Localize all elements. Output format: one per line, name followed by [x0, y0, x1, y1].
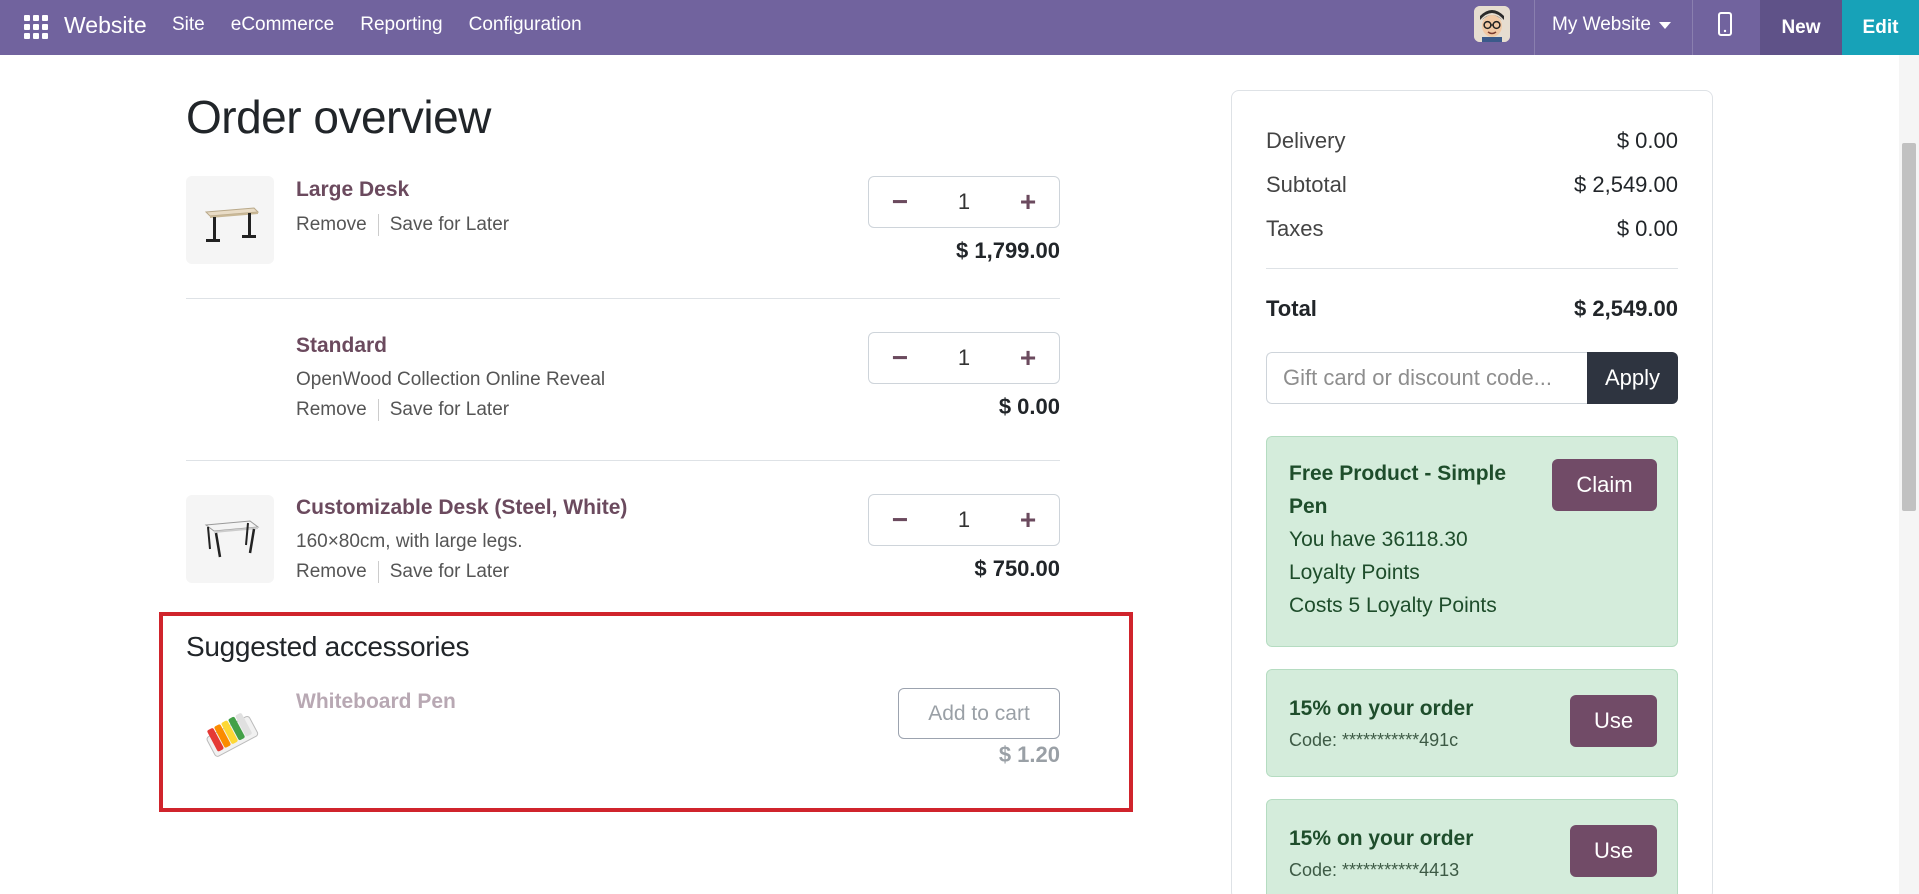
product-image[interactable] [186, 176, 274, 264]
line-actions: Remove Save for Later [296, 399, 509, 421]
taxes-value: $ 0.00 [1616, 216, 1678, 241]
remove-link[interactable]: Remove [296, 561, 367, 583]
reward-card: Free Product - Simple Pen You have 36118… [1266, 436, 1678, 647]
avatar[interactable] [1474, 6, 1510, 42]
remove-link[interactable]: Remove [296, 214, 367, 236]
caret-down-icon [1658, 21, 1671, 29]
reward-code: Code: ***********491c [1289, 730, 1459, 750]
save-for-later-link[interactable]: Save for Later [390, 214, 509, 236]
taxes-label: Taxes [1266, 216, 1324, 241]
accessory-image[interactable] [186, 688, 274, 776]
product-image[interactable] [186, 495, 274, 583]
subtotal-value: $ 2,549.00 [1574, 172, 1678, 197]
edit-button[interactable]: Edit [1842, 0, 1919, 55]
mobile-preview-icon[interactable] [1717, 12, 1733, 36]
reward-title: 15% on your order [1289, 697, 1474, 720]
remove-link[interactable]: Remove [296, 399, 367, 421]
promo-code-form: Apply [1266, 352, 1678, 404]
scrollbar-thumb[interactable] [1902, 143, 1916, 511]
add-to-cart-button[interactable]: Add to cart [898, 688, 1060, 739]
product-description: 160×80cm, with large legs. [296, 531, 523, 552]
quantity-stepper: − 1 + [868, 494, 1060, 546]
taxes-row: Taxes $ 0.00 [1266, 216, 1678, 242]
summary-divider [1266, 268, 1678, 269]
line-price: $ 1,799.00 [956, 238, 1060, 263]
menu-item-reporting[interactable]: Reporting [360, 14, 442, 36]
main-menu: Site eCommerce Reporting Configuration [172, 14, 582, 36]
action-separator [377, 214, 379, 236]
page-title: Order overview [186, 91, 491, 143]
product-name[interactable]: Large Desk [296, 178, 409, 202]
subtotal-row: Subtotal $ 2,549.00 [1266, 172, 1678, 198]
navbar-divider [1534, 0, 1535, 55]
reward-title: 15% on your order [1289, 827, 1474, 850]
minus-icon[interactable]: − [869, 333, 931, 383]
website-selector-label: My Website [1552, 14, 1651, 35]
reward-points-text: Loyalty Points [1289, 561, 1420, 584]
whiteboard-pen-image-icon [206, 713, 259, 757]
reward-card: 15% on your order Code: ***********4413 … [1266, 799, 1678, 894]
total-label: Total [1266, 296, 1317, 321]
line-price: $ 0.00 [998, 394, 1060, 419]
cart-line: Standard OpenWood Collection Online Reve… [186, 332, 1060, 442]
save-for-later-link[interactable]: Save for Later [390, 399, 509, 421]
delivery-row: Delivery $ 0.00 [1266, 128, 1678, 154]
claim-button[interactable]: Claim [1552, 459, 1657, 511]
reward-points-text: You have 36118.30 [1289, 528, 1468, 551]
menu-item-ecommerce[interactable]: eCommerce [231, 14, 334, 36]
promo-code-input[interactable] [1266, 352, 1587, 404]
reward-title: Pen [1289, 495, 1328, 518]
minus-icon[interactable]: − [869, 177, 931, 227]
line-divider [186, 298, 1060, 299]
quantity-value[interactable]: 1 [958, 507, 970, 533]
accessory-name[interactable]: Whiteboard Pen [296, 690, 456, 714]
website-selector[interactable]: My Website [1552, 14, 1671, 36]
quantity-stepper: − 1 + [868, 332, 1060, 384]
product-name[interactable]: Standard [296, 334, 387, 358]
plus-icon[interactable]: + [997, 495, 1059, 545]
menu-item-configuration[interactable]: Configuration [469, 14, 582, 36]
accessory-price: $ 1.20 [998, 742, 1060, 767]
minus-icon[interactable]: − [869, 495, 931, 545]
total-value: $ 2,549.00 [1574, 296, 1678, 321]
use-button[interactable]: Use [1570, 825, 1657, 877]
total-row: Total $ 2,549.00 [1266, 296, 1678, 322]
quantity-value[interactable]: 1 [958, 345, 970, 371]
product-description: OpenWood Collection Online Reveal [296, 369, 606, 390]
order-summary-card: Delivery $ 0.00 Subtotal $ 2,549.00 Taxe… [1231, 90, 1713, 894]
plus-icon[interactable]: + [997, 177, 1059, 227]
product-name[interactable]: Customizable Desk (Steel, White) [296, 496, 627, 520]
apply-button[interactable]: Apply [1587, 352, 1678, 404]
reward-title: Free Product - Simple [1289, 462, 1507, 485]
app-brand[interactable]: Website [64, 12, 147, 39]
action-separator [377, 561, 379, 583]
new-button[interactable]: New [1760, 0, 1842, 55]
delivery-value: $ 0.00 [1616, 128, 1678, 153]
desk-image-icon [204, 207, 260, 242]
quantity-value[interactable]: 1 [958, 189, 970, 215]
line-actions: Remove Save for Later [296, 561, 509, 583]
apps-grid-icon[interactable] [22, 13, 48, 39]
navbar-divider [1692, 0, 1693, 55]
action-separator [377, 399, 379, 421]
plus-icon[interactable]: + [997, 333, 1059, 383]
menu-item-site[interactable]: Site [172, 14, 205, 36]
top-navbar: Website Site eCommerce Reporting Configu… [0, 0, 1919, 55]
save-for-later-link[interactable]: Save for Later [390, 561, 509, 583]
quantity-stepper: − 1 + [868, 176, 1060, 228]
line-actions: Remove Save for Later [296, 214, 509, 236]
delivery-label: Delivery [1266, 128, 1346, 153]
cart-line: Customizable Desk (Steel, White) 160×80c… [186, 494, 1060, 604]
desk-image-icon [204, 520, 260, 558]
reward-code: Code: ***********4413 [1289, 860, 1460, 880]
cart-line: Large Desk Remove Save for Later − 1 + $… [186, 176, 1060, 286]
subtotal-label: Subtotal [1266, 172, 1347, 197]
line-price: $ 750.00 [974, 556, 1060, 581]
user-avatar-icon [1474, 6, 1510, 42]
line-divider [186, 460, 1060, 461]
suggested-accessories-title: Suggested accessories [186, 631, 470, 662]
use-button[interactable]: Use [1570, 695, 1657, 747]
reward-card: 15% on your order Code: ***********491c … [1266, 669, 1678, 777]
reward-cost-text: Costs 5 Loyalty Points [1289, 594, 1497, 617]
